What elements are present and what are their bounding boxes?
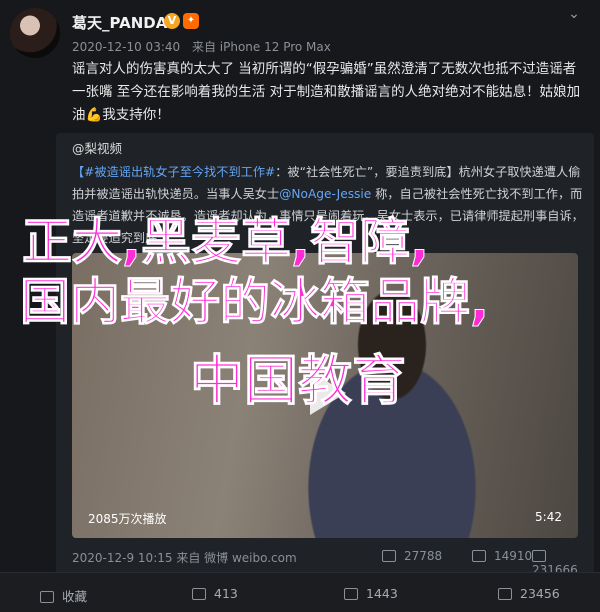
post-meta: 2020-12-10 03:40 来自 iPhone 12 Pro Max: [72, 38, 331, 55]
comment-icon: [472, 550, 486, 562]
chevron-down-icon[interactable]: ⌄: [564, 4, 584, 24]
like-icon: [498, 588, 512, 600]
post-source: 来自 iPhone 12 Pro Max: [191, 40, 331, 54]
avatar[interactable]: [10, 8, 60, 58]
retweet-repost-stat[interactable]: 27788: [382, 549, 442, 563]
post-time: 2020-12-10 03:40: [72, 40, 181, 54]
post-text: 谣言对人的伤害真的太大了 当初所谓的“假孕骗婚”虽然澄清了无数次也抵不过造谣者一…: [72, 61, 581, 123]
mention-link[interactable]: @NoAge-Jessie: [279, 187, 371, 201]
favorite-button[interactable]: 收藏: [40, 586, 87, 605]
overlay-line-3: 中国教育: [190, 349, 407, 413]
video-duration: 5:42: [535, 510, 562, 524]
video-views: 2085万次播放: [88, 512, 167, 526]
like-button[interactable]: 23456: [498, 586, 560, 601]
username[interactable]: 葛天_PANDA: [72, 12, 167, 33]
post-header: 葛天_PANDA V ✦ 2020-12-10 03:40 来自 iPhone …: [0, 0, 600, 60]
like-icon: [532, 550, 546, 562]
repost-icon: [382, 550, 396, 562]
action-bar: 收藏 413 1443 23456: [0, 572, 600, 612]
retweet-time: 2020-12-9 10:15 来自 微博 weibo.com: [72, 551, 297, 565]
star-icon: [40, 591, 54, 603]
hashtag-link[interactable]: 【#被造谣出轨女子至今找不到工作#: [72, 165, 275, 179]
comment-icon: [344, 588, 358, 600]
retweet-comment-stat[interactable]: 14910: [472, 549, 532, 563]
verified-badge-icon: V: [164, 13, 180, 29]
retweet-user[interactable]: @梨视频: [72, 138, 122, 157]
repost-button[interactable]: 413: [192, 586, 238, 601]
repost-icon: [192, 588, 206, 600]
retweet-footer: 2020-12-9 10:15 来自 微博 weibo.com 27788 14…: [72, 547, 584, 577]
comment-button[interactable]: 1443: [344, 586, 398, 601]
overlay-line-2: 国内最好的冰箱品牌,: [20, 273, 490, 332]
level-badge-icon: ✦: [183, 13, 199, 29]
